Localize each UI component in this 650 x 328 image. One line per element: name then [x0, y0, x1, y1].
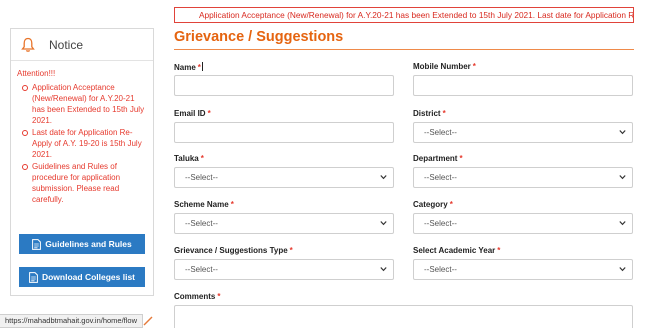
taluka-label: Taluka * — [174, 154, 204, 163]
mobile-input[interactable] — [413, 75, 633, 96]
comments-textarea[interactable] — [174, 305, 633, 328]
district-field-group: District * --Select-- — [413, 109, 633, 143]
category-select[interactable]: --Select-- — [413, 213, 633, 234]
department-field-group: Department * --Select-- — [413, 154, 633, 188]
chevron-down-icon — [380, 267, 387, 272]
title-divider — [174, 49, 634, 50]
email-label: Email ID * — [174, 109, 211, 118]
district-select-value: --Select-- — [424, 128, 457, 137]
category-label: Category * — [413, 200, 453, 209]
notice-item[interactable]: Last date for Application Re-Apply of A.… — [21, 127, 147, 160]
category-field-group: Category * --Select-- — [413, 200, 633, 234]
chevron-down-icon — [380, 175, 387, 180]
taluka-field-group: Taluka * --Select-- — [174, 154, 394, 188]
scheme-select-value: --Select-- — [185, 219, 218, 228]
comments-field-group: Comments * — [174, 292, 633, 328]
document-icon — [32, 238, 42, 250]
corner-arrow-icon — [143, 316, 153, 326]
grievance-type-field-group: Grievance / Suggestions Type * --Select-- — [174, 246, 394, 280]
district-select[interactable]: --Select-- — [413, 122, 633, 143]
status-bar-url: https://mahadbtmahait.gov.in/home/flow — [0, 314, 144, 328]
mobile-label: Mobile Number * — [413, 62, 476, 71]
download-colleges-label: Download Colleges list — [41, 272, 136, 282]
taluka-select[interactable]: --Select-- — [174, 167, 394, 188]
department-select-value: --Select-- — [424, 173, 457, 182]
grievance-type-select-value: --Select-- — [185, 265, 218, 274]
academic-year-select[interactable]: --Select-- — [413, 259, 633, 280]
scheme-select[interactable]: --Select-- — [174, 213, 394, 234]
taluka-select-value: --Select-- — [185, 173, 218, 182]
name-field-group: Name * — [174, 62, 394, 96]
download-colleges-button[interactable]: Download Colleges list — [19, 267, 145, 287]
comments-label: Comments * — [174, 292, 221, 301]
notice-item[interactable]: Guidelines and Rules of procedure for ap… — [21, 161, 147, 205]
text-cursor — [201, 62, 203, 71]
attention-label: Attention!!! — [17, 69, 56, 78]
grievance-type-select[interactable]: --Select-- — [174, 259, 394, 280]
chevron-down-icon — [380, 221, 387, 226]
academic-year-select-value: --Select-- — [424, 265, 457, 274]
document-icon — [29, 271, 38, 283]
department-select[interactable]: --Select-- — [413, 167, 633, 188]
grievance-type-label: Grievance / Suggestions Type * — [174, 246, 293, 255]
email-field-group: Email ID * — [174, 109, 394, 143]
notice-title: Notice — [49, 37, 84, 52]
guidelines-rules-button[interactable]: Guidelines and Rules — [19, 234, 145, 254]
chevron-down-icon — [619, 267, 626, 272]
notice-header: Notice — [11, 29, 153, 61]
page-title: Grievance / Suggestions — [174, 29, 344, 45]
guidelines-rules-label: Guidelines and Rules — [45, 239, 132, 249]
notice-panel: Notice Attention!!! Application Acceptan… — [10, 28, 154, 296]
name-input[interactable] — [174, 75, 394, 96]
category-select-value: --Select-- — [424, 219, 457, 228]
academic-year-label: Select Academic Year * — [413, 246, 501, 255]
scheme-label: Scheme Name * — [174, 200, 234, 209]
bell-icon — [21, 37, 35, 52]
notice-list: Application Acceptance (New/Renewal) for… — [21, 82, 147, 205]
department-label: Department * — [413, 154, 463, 163]
chevron-down-icon — [619, 175, 626, 180]
notice-item[interactable]: Application Acceptance (New/Renewal) for… — [21, 82, 147, 126]
announcement-marquee[interactable]: Application Acceptance (New/Renewal) for… — [174, 7, 634, 23]
academic-year-field-group: Select Academic Year * --Select-- — [413, 246, 633, 280]
marquee-text: Application Acceptance (New/Renewal) for… — [199, 10, 634, 20]
chevron-down-icon — [619, 221, 626, 226]
email-input[interactable] — [174, 122, 394, 143]
chevron-down-icon — [619, 130, 626, 135]
scheme-field-group: Scheme Name * --Select-- — [174, 200, 394, 234]
district-label: District * — [413, 109, 446, 118]
name-label: Name * — [174, 62, 203, 72]
mobile-field-group: Mobile Number * — [413, 62, 633, 96]
